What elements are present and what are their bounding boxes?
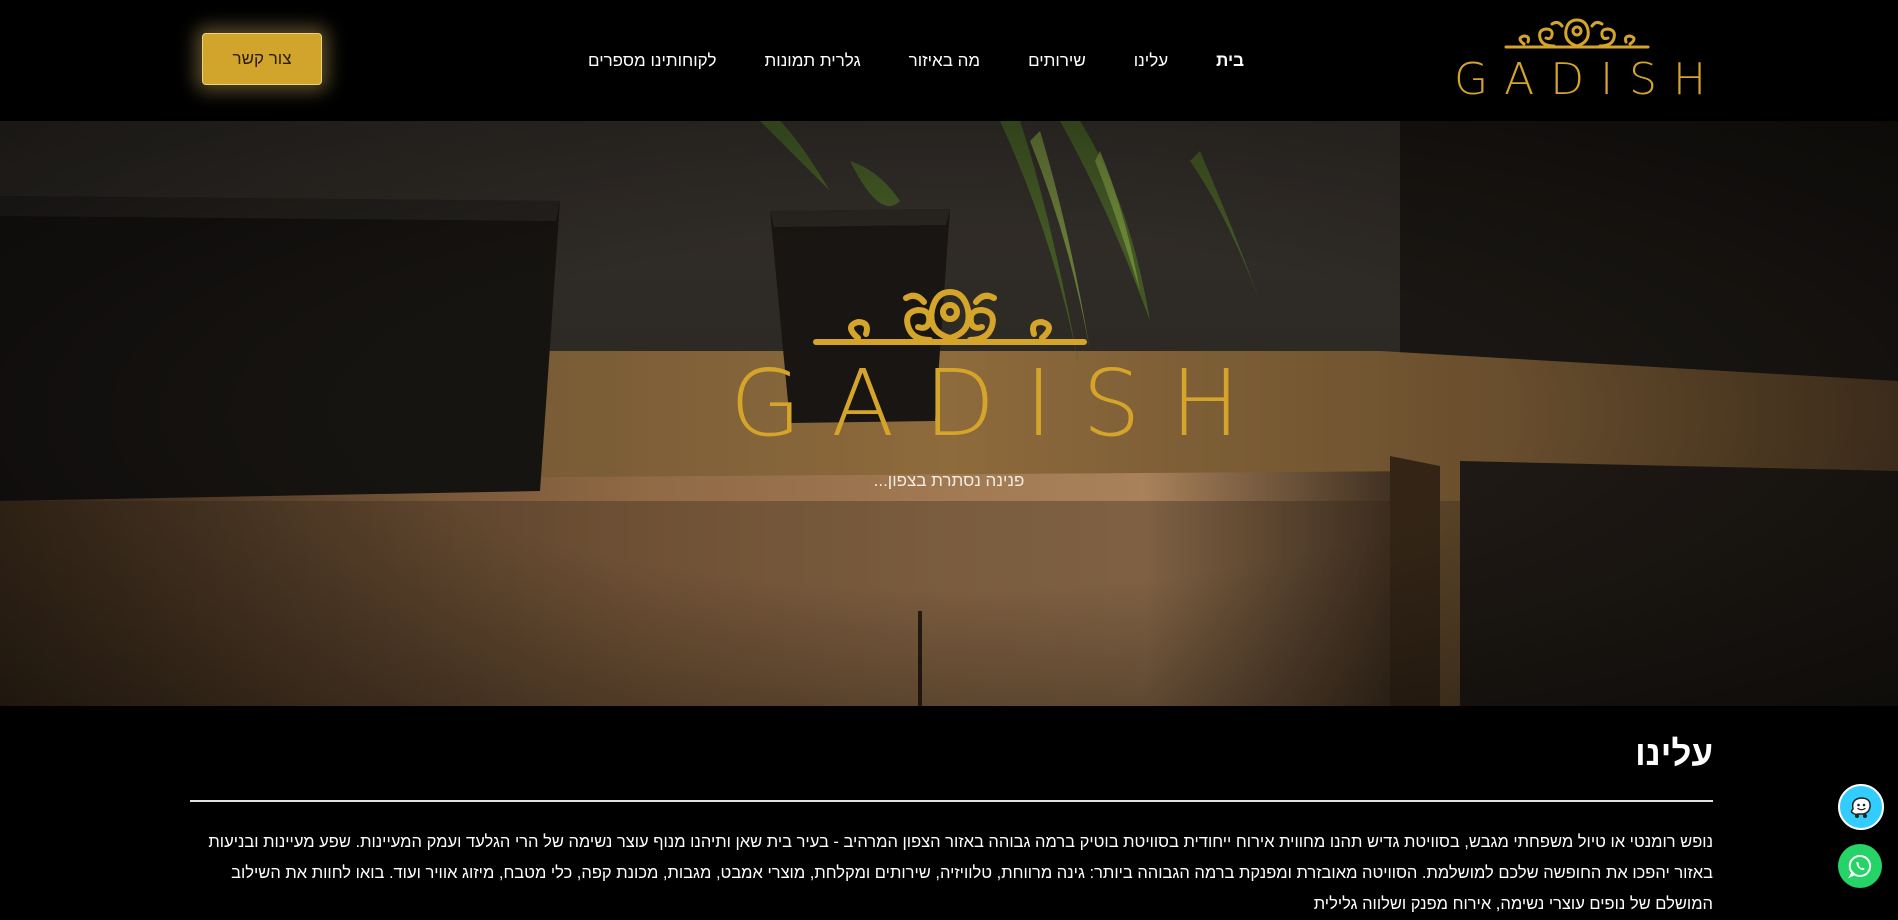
hero-logo: GADISH [700,276,1240,454]
hero-tagline: פנינה נסתרת בצפון... [873,471,1025,490]
whatsapp-icon [1848,854,1872,879]
nav-item-gallery[interactable]: גלרית תמונות [765,51,861,71]
nav-item-testimonials[interactable]: לקוחותינו מספרים [588,51,717,71]
about-section: עלינו נופש רומנטי או טיול משפחתי מגבש, ב… [0,706,1898,913]
contact-button[interactable]: צור קשר [202,33,322,85]
ornament-icon [1504,18,1650,49]
waze-icon [1850,797,1871,818]
about-text: נופש רומנטי או טיול משפחתי מגבש, בסוויטת… [208,833,1713,913]
hero-logo-wordmark: GADISH [730,350,1270,457]
section-divider [190,800,1713,802]
hero-section: GADISH פנינה נסתרת בצפון... [0,121,1898,706]
nav-item-home[interactable]: בית [1216,51,1244,71]
nav-item-services[interactable]: שירותים [1028,51,1086,71]
main-nav: בית עלינו שירותים מה באיזור גלרית תמונות… [540,0,1244,121]
logo-wordmark: GADISH [1454,54,1723,105]
site-logo[interactable]: GADISH [1454,16,1723,106]
waze-button[interactable] [1838,784,1884,830]
whatsapp-button[interactable] [1838,844,1882,888]
site-header: צור קשר בית עלינו שירותים מה באיזור גלרי… [0,0,1898,121]
nav-item-about[interactable]: עלינו [1134,51,1168,71]
ornament-icon [813,288,1087,345]
about-title: עלינו [1635,734,1713,773]
nav-item-area[interactable]: מה באיזור [909,51,980,71]
